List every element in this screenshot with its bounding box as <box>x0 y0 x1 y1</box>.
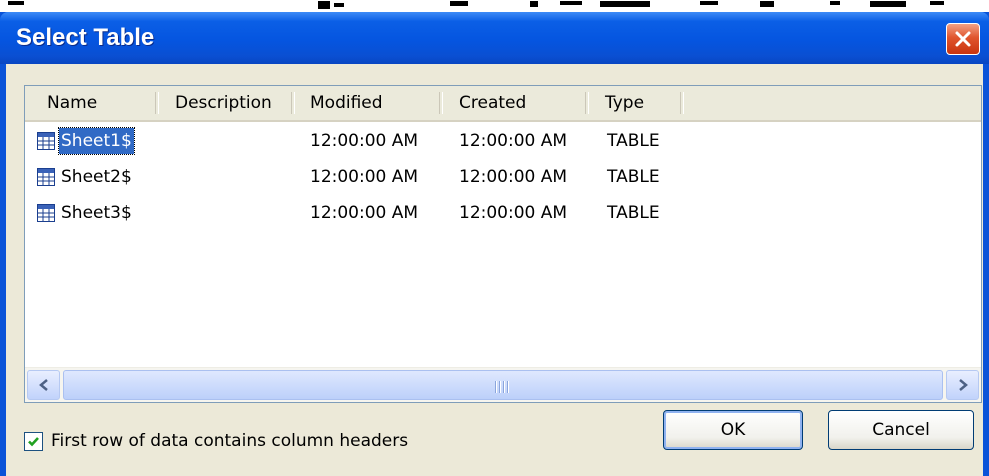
row-created: 12:00:00 AM <box>459 131 568 151</box>
column-header-modified[interactable]: Modified <box>310 86 383 120</box>
close-button[interactable] <box>946 23 980 55</box>
row-name: Sheet3$ <box>61 203 132 223</box>
list-header: Name Description Modified Created Type <box>25 86 981 122</box>
table-row[interactable]: Sheet3$ 12:00:00 AM 12:00:00 AM TABLE <box>25 195 981 231</box>
checkmark-icon <box>28 436 39 446</box>
row-created: 12:00:00 AM <box>459 167 568 187</box>
column-divider[interactable] <box>155 92 159 114</box>
table-icon <box>37 132 55 150</box>
row-modified: 12:00:00 AM <box>310 167 419 187</box>
column-divider[interactable] <box>680 92 684 114</box>
select-table-dialog: Select Table Name Description Modified C… <box>0 12 989 476</box>
scroll-thumb[interactable] <box>63 370 943 400</box>
table-list[interactable]: Name Description Modified Created Type S… <box>24 85 982 403</box>
row-type: TABLE <box>607 167 660 187</box>
row-name: Sheet2$ <box>61 167 132 187</box>
first-row-headers-checkbox[interactable] <box>24 431 43 451</box>
row-type: TABLE <box>607 203 660 223</box>
cropped-background-text <box>8 1 944 9</box>
table-icon <box>37 168 55 186</box>
title-bar[interactable]: Select Table <box>0 12 989 64</box>
scroll-left-button[interactable] <box>27 370 60 400</box>
row-created: 12:00:00 AM <box>459 203 568 223</box>
ok-button[interactable]: OK <box>663 410 803 450</box>
close-icon <box>955 31 971 47</box>
row-type: TABLE <box>607 131 660 151</box>
cancel-button[interactable]: Cancel <box>828 410 974 450</box>
row-modified: 12:00:00 AM <box>310 203 419 223</box>
column-header-description[interactable]: Description <box>175 86 272 120</box>
horizontal-scrollbar[interactable] <box>25 367 981 402</box>
background-strip <box>0 0 989 12</box>
dialog-body: Name Description Modified Created Type S… <box>6 64 983 476</box>
row-modified: 12:00:00 AM <box>310 131 419 151</box>
dialog-title: Select Table <box>16 24 155 51</box>
column-header-created[interactable]: Created <box>459 86 526 120</box>
column-divider[interactable] <box>585 92 589 114</box>
column-header-type[interactable]: Type <box>605 86 644 120</box>
first-row-headers-label: First row of data contains column header… <box>51 431 409 451</box>
column-divider[interactable] <box>291 92 295 114</box>
table-row[interactable]: Sheet1$ 12:00:00 AM 12:00:00 AM TABLE <box>25 123 981 159</box>
chevron-left-icon <box>38 379 48 391</box>
scroll-right-button[interactable] <box>946 370 979 400</box>
row-name: Sheet1$ <box>58 127 135 155</box>
chevron-right-icon <box>958 379 968 391</box>
table-icon <box>37 204 55 222</box>
first-row-headers-option[interactable]: First row of data contains column header… <box>24 428 408 454</box>
column-header-name[interactable]: Name <box>47 86 97 120</box>
table-row[interactable]: Sheet2$ 12:00:00 AM 12:00:00 AM TABLE <box>25 159 981 195</box>
column-divider[interactable] <box>439 92 443 114</box>
grip-icon <box>495 380 511 393</box>
